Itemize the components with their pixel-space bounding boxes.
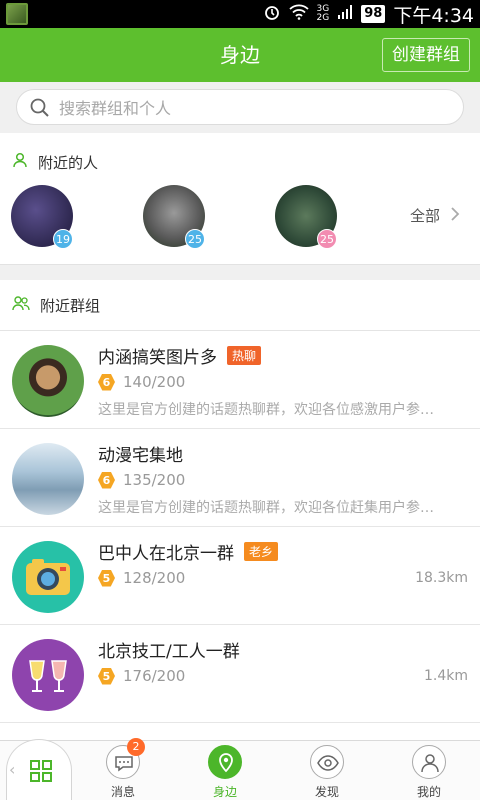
- group-avatar: [12, 345, 84, 417]
- person-icon: [12, 152, 28, 172]
- group-avatar: [12, 541, 84, 613]
- tab-label: 消息: [110, 785, 135, 799]
- tab-me[interactable]: 我的: [399, 745, 459, 799]
- battery-indicator: 98: [361, 5, 386, 23]
- cheers-glasses-icon: [29, 660, 67, 692]
- tab-label: 身边: [212, 785, 237, 799]
- hot-tag: 热聊: [227, 346, 262, 365]
- signal-icon: [337, 4, 353, 24]
- grid-icon: [29, 759, 53, 787]
- alarm-icon: [263, 3, 281, 25]
- camera-icon: [26, 559, 70, 595]
- view-all-people-link[interactable]: 全部: [410, 205, 460, 226]
- status-bar: 3G 2G 98 下午4:34: [0, 0, 480, 28]
- hometown-tag: 老乡: [244, 542, 279, 561]
- group-name: 北京技工/工人一群: [98, 642, 240, 662]
- search-input[interactable]: [59, 96, 449, 120]
- tab-label: 我的: [416, 785, 441, 799]
- eye-icon: [311, 755, 345, 783]
- group-description: 这里是官方创建的话题热聊群，欢迎各位感激用户参…: [98, 402, 434, 418]
- tab-nearby[interactable]: 身边: [195, 745, 255, 799]
- group-list-item[interactable]: 内涵搞笑图片多 热聊 6 140/200 这里是官方创建的话题热聊群，欢迎各位感…: [0, 331, 480, 429]
- nearby-people-header: 附近的人: [12, 152, 98, 172]
- group-list-item[interactable]: 巴中人在北京一群 老乡 5 128/200 18.3km: [0, 527, 480, 625]
- chat-bubble-icon: [107, 756, 141, 783]
- level-badge: 5: [98, 569, 115, 587]
- app-header: 身边 创建群组: [0, 28, 480, 82]
- nearby-people-section: 附近的人 19 25 25 全部: [0, 133, 480, 265]
- unread-badge: 2: [127, 738, 145, 756]
- group-list-item[interactable]: 北京技工/工人一群 5 176/200 1.4km: [0, 625, 480, 723]
- group-list-item[interactable]: 动漫宅集地 6 135/200 这里是官方创建的话题热聊群，欢迎各位赶集用户参…: [0, 429, 480, 527]
- create-group-button[interactable]: 创建群组: [382, 38, 470, 72]
- app-drawer-button[interactable]: ‹: [6, 739, 72, 800]
- location-pin-icon: [209, 753, 243, 783]
- group-avatar: [12, 443, 84, 515]
- user-icon: [413, 754, 447, 783]
- tab-messages[interactable]: 2 消息: [93, 738, 153, 799]
- level-badge: 6: [98, 471, 115, 489]
- tab-label: 发现: [314, 785, 339, 799]
- nearby-groups-header: 附近群组: [12, 295, 100, 315]
- group-icon: [12, 295, 30, 315]
- member-count: 128/200: [123, 569, 186, 587]
- group-name: 内涵搞笑图片多: [98, 348, 217, 368]
- search-icon: [30, 98, 50, 118]
- view-all-label: 全部: [409, 207, 440, 225]
- tab-discover[interactable]: 发现: [297, 745, 357, 799]
- search-area: [0, 82, 480, 133]
- chevron-left-icon: ‹: [9, 760, 16, 779]
- group-name: 巴中人在北京一群: [98, 544, 234, 564]
- group-distance: 1.4km: [423, 668, 468, 684]
- member-count: 140/200: [123, 373, 186, 391]
- wifi-icon: [288, 4, 309, 24]
- clock: 下午4:34: [393, 4, 474, 27]
- chevron-right-icon: [450, 206, 460, 226]
- member-count: 135/200: [123, 471, 186, 489]
- nearby-groups-title: 附近群组: [40, 296, 101, 315]
- group-distance: 18.3km: [415, 570, 468, 586]
- app-notification-icon: [6, 3, 28, 25]
- level-badge: 5: [98, 667, 115, 685]
- age-badge: 25: [317, 229, 337, 249]
- nearby-people-title: 附近的人: [38, 153, 99, 172]
- group-name: 动漫宅集地: [98, 446, 183, 466]
- group-description: 这里是官方创建的话题热聊群，欢迎各位赶集用户参…: [98, 500, 434, 516]
- group-avatar: [12, 639, 84, 711]
- search-box[interactable]: [16, 89, 464, 125]
- nearby-groups-section: 附近群组 内涵搞笑图片多 热聊 6 140/200 这里是官方创建的话题热聊群，…: [0, 280, 480, 800]
- member-count: 176/200: [123, 667, 186, 685]
- age-badge: 19: [53, 229, 73, 249]
- age-badge: 25: [185, 229, 205, 249]
- network-type: 3G 2G: [316, 4, 330, 23]
- level-badge: 6: [98, 373, 115, 391]
- bottom-navigation: ‹ 2 消息 身边 发现 我的: [0, 738, 480, 800]
